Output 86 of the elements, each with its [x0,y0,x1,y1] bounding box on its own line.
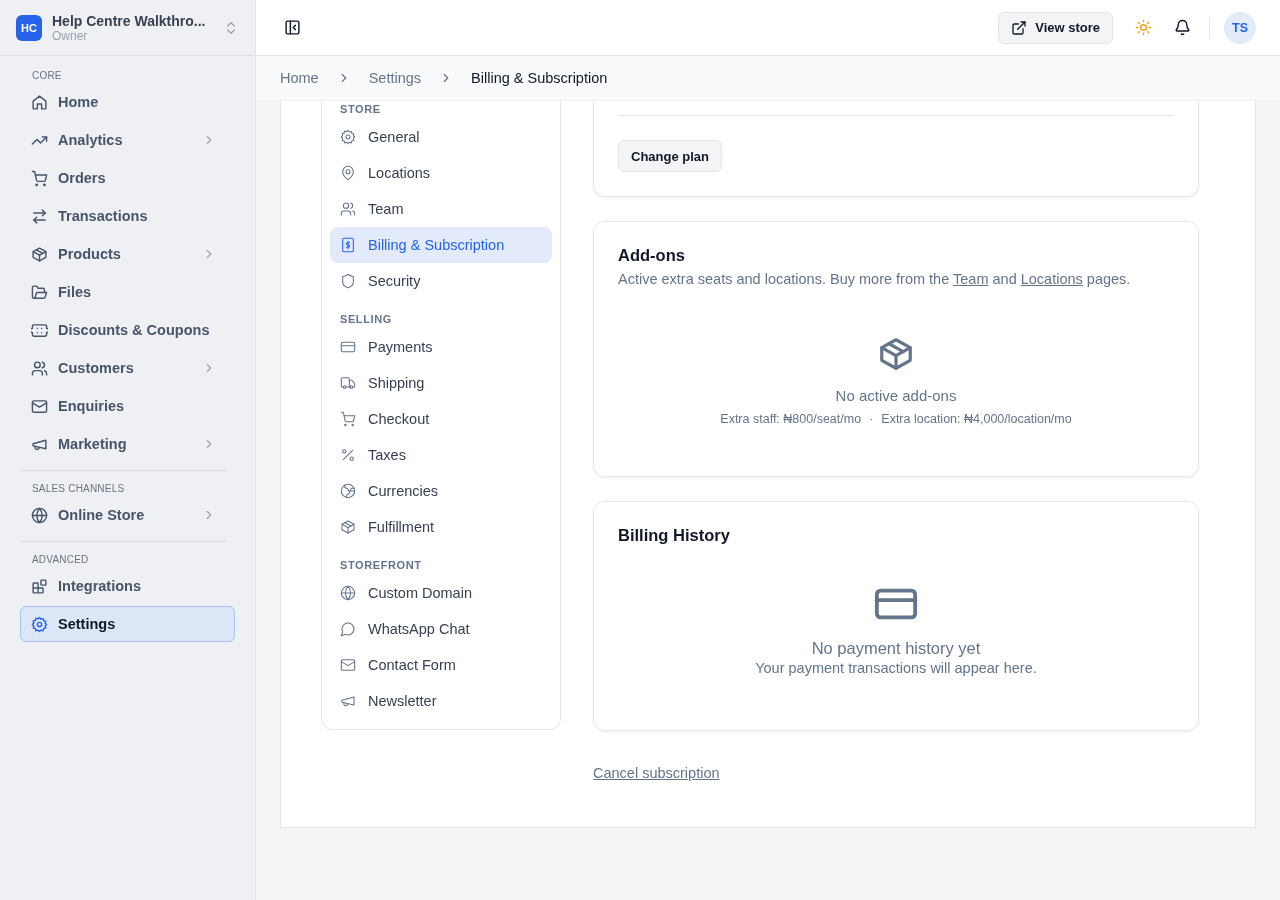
nav-item[interactable]: Files [20,274,227,310]
settings-nav-item[interactable]: Shipping [330,365,552,401]
credit-card-icon [340,339,356,355]
sun-icon [1135,19,1152,36]
settings-nav-item[interactable]: Team [330,191,552,227]
nav-item[interactable]: Discounts & Coupons [20,312,227,348]
breadcrumb-link[interactable]: Billing & Subscription [471,70,608,86]
section-heading: CORE [31,70,63,83]
section-heading: STOREFRONT [339,559,423,573]
box-icon [340,519,356,535]
nav-item[interactable]: Enquiries [20,388,227,424]
blocks-icon [31,577,48,595]
empty-state-title: No active add-ons [835,387,957,404]
card-description: Active extra seats and locations. Buy more from the Team and Locations pages. [618,271,1132,287]
nav-item[interactable]: Integrations [20,568,227,604]
nav-item[interactable]: Customers [20,350,227,386]
workspace-role: Owner [52,28,89,43]
pricing-note: Extra staff: ₦800/seat/mo [720,412,862,426]
nav-item[interactable]: Products [20,236,227,272]
settings-nav-item[interactable]: Newsletter [330,683,552,719]
workspace-name: Help Centre Walkthro... [52,12,207,29]
card-title: Add-ons [618,246,686,265]
arrows-icon [31,207,48,225]
section-heading: SALES CHANNELS [31,483,126,496]
globe-icon [31,506,48,524]
text-link[interactable]: Locations [1020,271,1083,287]
settings-nav-item[interactable]: Payments [330,329,552,365]
settings-nav-item[interactable]: Checkout [330,401,552,437]
settings-nav-item[interactable]: Fulfillment [330,509,552,545]
megaphone-icon [340,693,356,709]
nav-item[interactable]: Transactions [20,198,227,234]
cancel-subscription-link[interactable]: Cancel subscription [593,765,720,781]
shield-icon [340,273,356,289]
section-heading: ADVANCED [31,554,90,567]
empty-state-message: Your payment transactions will appear here. [755,660,1037,676]
percent-icon [340,447,356,463]
change-plan-button[interactable]: Change plan [618,140,722,172]
ticket-icon [31,321,48,339]
sidebar-toggle-icon [284,19,301,36]
nav-item[interactable]: Online Store [20,497,227,533]
empty-state-title: No payment history yet [811,639,981,658]
settings-nav-item[interactable]: General [330,119,552,155]
nav-item[interactable]: Home [20,84,227,120]
settings-nav-item[interactable]: Taxes [330,437,552,473]
settings-icon [340,129,356,145]
workspace-logo: HC [16,14,42,41]
chat-bubble-icon [340,621,356,637]
folder-icon [31,283,48,301]
breadcrumb-link[interactable]: Home [280,70,319,86]
settings-nav-item[interactable]: Billing & Subscription [330,227,552,263]
nav-item[interactable]: Orders [20,160,227,196]
settings-nav-item[interactable]: Currencies [330,473,552,509]
settings-icon [31,615,48,633]
settings-nav-item[interactable]: Custom Domain [330,575,552,611]
view-store-button[interactable]: View store [998,11,1113,44]
section-heading: SELLING [339,313,393,327]
settings-nav-item[interactable]: Security [330,263,552,299]
separator-dot: · [869,412,874,426]
user-avatar[interactable]: TS [1224,11,1256,44]
settings-nav-item[interactable]: WhatsApp Chat [330,611,552,647]
cart-icon [340,411,356,427]
envelope-icon [31,397,48,415]
envelope-icon [340,657,356,673]
external-link-icon [1011,19,1028,36]
nav-item[interactable]: Marketing [20,426,227,462]
dollar-icon [340,237,356,253]
text-link[interactable]: Team [953,271,989,287]
nav-item[interactable]: Settings [20,606,235,642]
truck-icon [340,375,356,391]
bell-icon [1174,19,1191,36]
settings-nav-item[interactable]: Contact Form [330,647,552,683]
location-pin-icon [340,165,356,181]
people-icon [340,201,356,217]
earth-icon [340,483,356,499]
pricing-note: Extra location: ₦4,000/location/mo [881,412,1072,426]
breadcrumb-link[interactable]: Settings [368,70,422,86]
people-icon [31,359,48,377]
settings-nav-item[interactable]: Locations [330,155,552,191]
section-heading: STORE [339,103,382,117]
box-icon [31,245,48,263]
card-title: Billing History [618,526,731,545]
globe-icon [340,585,356,601]
box-icon [877,335,915,373]
cart-icon [31,169,48,187]
home-icon [31,93,48,111]
nav-item[interactable]: Analytics [20,122,227,158]
